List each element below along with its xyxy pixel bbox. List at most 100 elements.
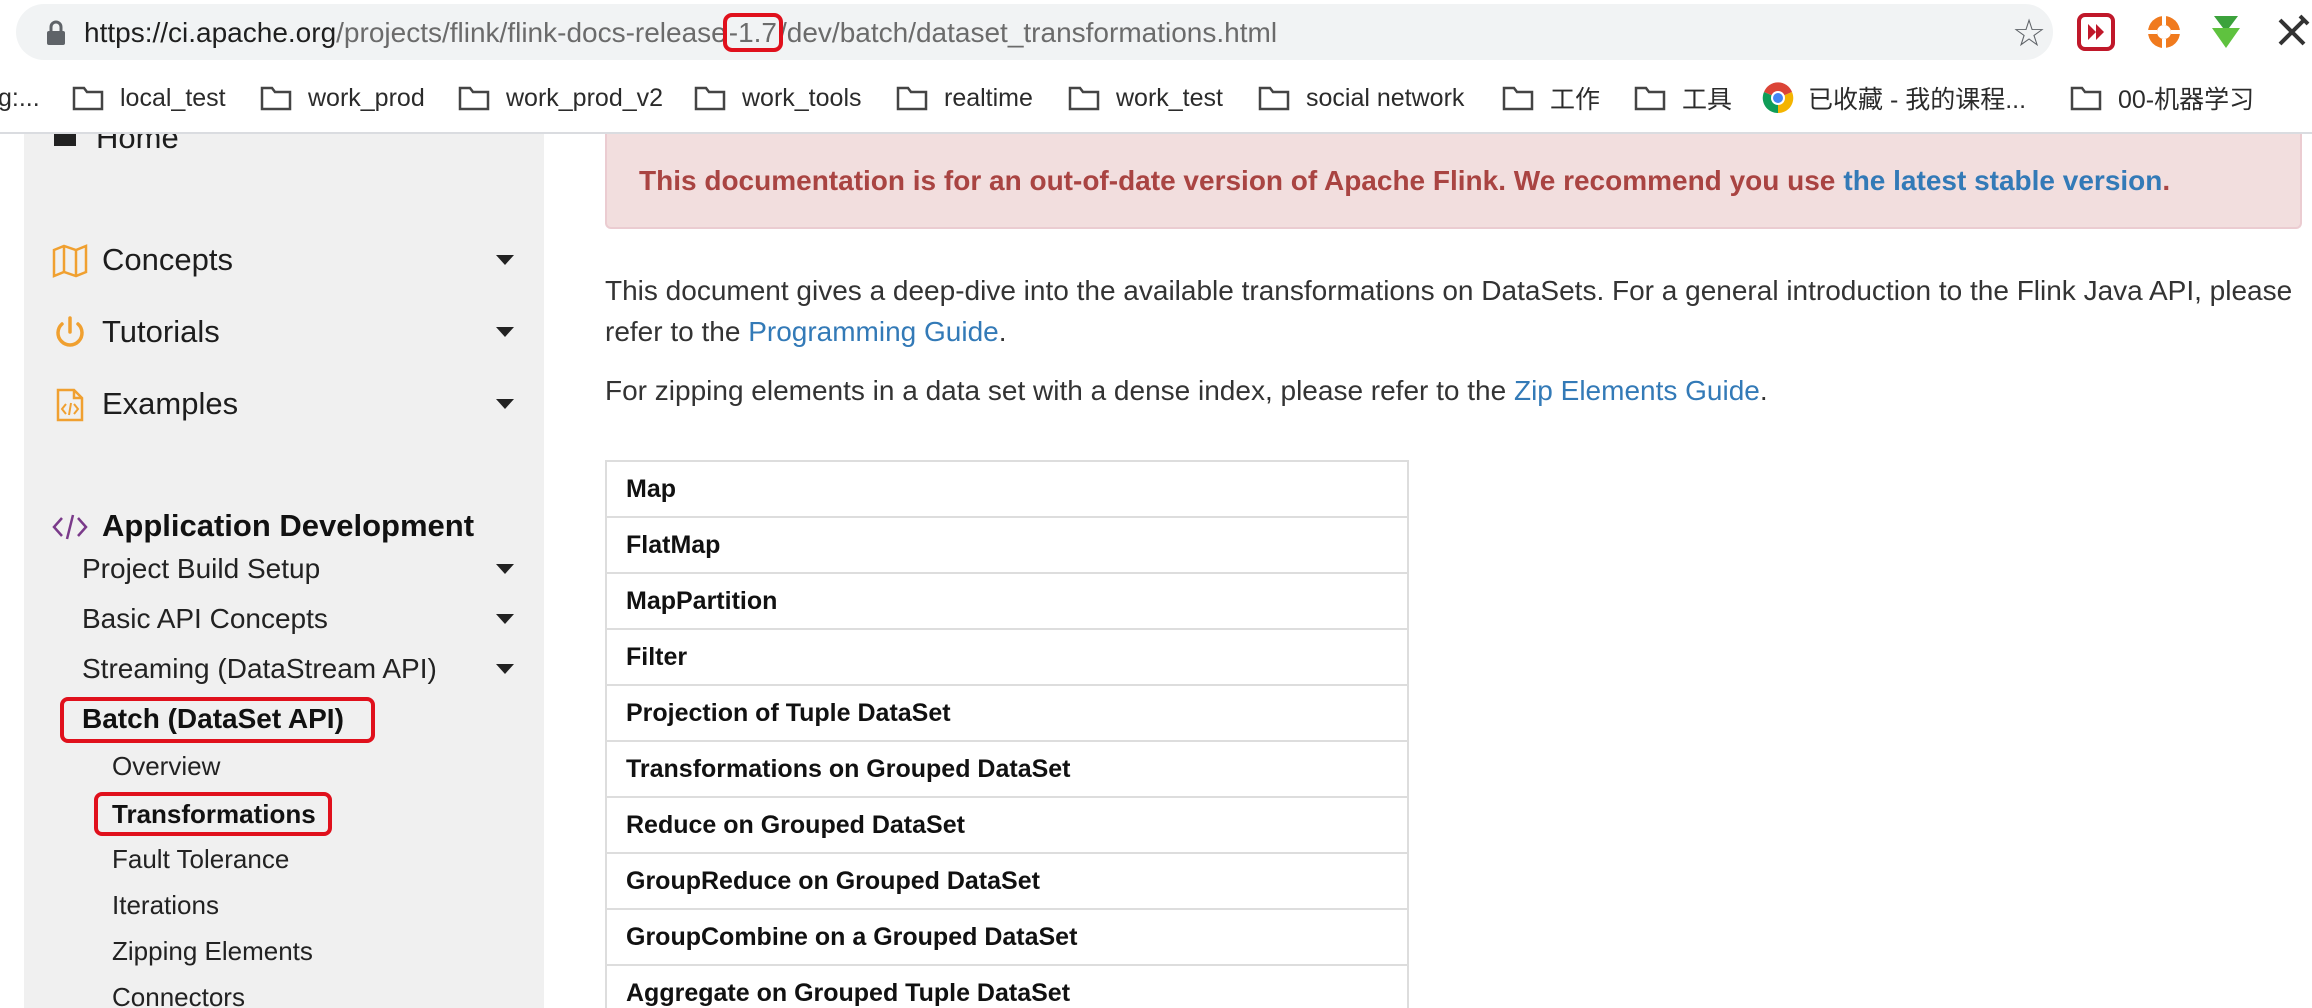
toc-row[interactable]: Filter <box>607 630 1407 686</box>
sidebar-item-label: Iterations <box>112 889 219 920</box>
programming-guide-link[interactable]: Programming Guide <box>748 316 999 347</box>
sidebar-item-label: Connectors <box>112 981 245 1008</box>
sidebar-item-basic-api-concepts[interactable]: Basic API Concepts <box>24 594 544 644</box>
bookmark-label: 工作 <box>1550 86 1601 114</box>
toc-row[interactable]: GroupReduce on Grouped DataSet <box>607 854 1407 910</box>
folder-icon <box>1068 86 1100 111</box>
toc-row-label: FlatMap <box>626 530 721 559</box>
sidebar-item-label: Fault Tolerance <box>112 843 290 874</box>
toc-row[interactable]: Projection of Tuple DataSet <box>607 686 1407 742</box>
sidebar-item-label: Zipping Elements <box>112 935 313 966</box>
toc-row[interactable]: GroupCombine on a Grouped DataSet <box>607 910 1407 966</box>
outdated-warning: This documentation is for an out-of-date… <box>605 134 2302 229</box>
video-extension-icon[interactable] <box>2076 12 2116 52</box>
sidebar-item-tutorials[interactable]: Tutorials <box>24 302 544 362</box>
power-icon <box>56 316 84 347</box>
toc-row-label: Projection of Tuple DataSet <box>626 698 951 727</box>
code-file-icon <box>56 388 84 422</box>
folder-icon <box>1634 86 1666 111</box>
toc-row-label: GroupReduce on Grouped DataSet <box>626 866 1040 895</box>
toc-row[interactable]: Transformations on Grouped DataSet <box>607 742 1407 798</box>
batch-highlight-box <box>60 697 375 743</box>
url-text[interactable]: https://ci.apache.org/projects/flink/fli… <box>84 13 1277 52</box>
chevron-down-icon[interactable] <box>496 255 514 265</box>
bookmark-label: work_prod <box>308 83 425 112</box>
toc-row[interactable]: Reduce on Grouped DataSet <box>607 798 1407 854</box>
toc-row-label: Map <box>626 474 676 503</box>
bookmark-folder[interactable]: 工作 <box>1502 70 1600 126</box>
sidebar-item-iterations[interactable]: Iterations <box>24 882 544 928</box>
folder-icon <box>1258 86 1290 111</box>
toc-row[interactable]: MapPartition <box>607 574 1407 630</box>
tool-extension-icon[interactable] <box>2272 12 2312 52</box>
zip-end: . <box>1759 375 1768 406</box>
bookmark-label: work_test <box>1116 83 1223 112</box>
url-host: https://ci.apache.org <box>84 17 337 48</box>
bookmark-label: local_test <box>120 83 226 112</box>
map-icon <box>52 244 88 278</box>
home-icon <box>54 134 76 146</box>
bookmark-folder[interactable]: work_test <box>1068 70 1223 126</box>
toc-row[interactable]: Map <box>607 462 1407 518</box>
lifebuoy-extension-icon[interactable] <box>2144 12 2184 52</box>
bookmark-label: realtime <box>944 83 1033 112</box>
bookmark-folder[interactable]: local_test <box>72 70 226 126</box>
toc-row[interactable]: FlatMap <box>607 518 1407 574</box>
bookmark-label: work_prod_v2 <box>506 83 664 112</box>
warning-text: This documentation is for an out-of-date… <box>639 164 1836 196</box>
bookmark-item[interactable]: 已收藏 - 我的课程... <box>1762 70 2026 126</box>
transformations-toc-table: Map FlatMap MapPartition Filter Projecti… <box>605 460 1409 1008</box>
sidebar-item-label: Concepts <box>102 242 233 277</box>
bookmark-folder[interactable]: work_tools <box>694 70 862 126</box>
intro-end: . <box>998 316 1007 347</box>
bookmark-folder[interactable]: work_prod_v2 <box>458 70 663 126</box>
sidebar-item-project-build-setup[interactable]: Project Build Setup <box>24 544 544 594</box>
sidebar-item-overview[interactable]: Overview <box>24 743 544 789</box>
folder-icon <box>458 86 490 111</box>
chevron-down-icon[interactable] <box>496 614 514 624</box>
bookmark-item[interactable]: g:... <box>0 70 40 126</box>
folder-icon <box>694 86 726 111</box>
sidebar-item-label: Project Build Setup <box>82 553 321 584</box>
bookmark-label: work_tools <box>742 83 862 112</box>
latest-version-link[interactable]: the latest stable version <box>1843 165 2162 197</box>
folder-icon <box>260 86 292 111</box>
toc-row-label: Reduce on Grouped DataSet <box>626 810 965 839</box>
star-icon[interactable]: ☆ <box>2012 14 2052 54</box>
zip-elements-guide-link[interactable]: Zip Elements Guide <box>1514 375 1760 406</box>
lock-icon <box>47 20 65 45</box>
chevron-down-icon[interactable] <box>496 564 514 574</box>
chevron-down-icon[interactable] <box>496 399 514 409</box>
sidebar-item-zipping-elements[interactable]: Zipping Elements <box>24 928 544 974</box>
bookmark-folder[interactable]: work_prod <box>260 70 425 126</box>
bookmark-folder[interactable]: 00-机器学习 <box>2070 70 2254 126</box>
folder-icon <box>72 86 104 111</box>
address-bar[interactable]: https://ci.apache.org/projects/flink/fli… <box>16 4 2053 60</box>
download-extension-icon[interactable] <box>2206 12 2246 52</box>
sidebar-item-examples[interactable]: Examples <box>24 374 544 434</box>
docs-sidebar: Home Concepts Tutorials Examples Applica… <box>24 134 544 1008</box>
bookmark-folder[interactable]: realtime <box>896 70 1033 126</box>
toc-row-label: Transformations on Grouped DataSet <box>626 754 1071 783</box>
bookmark-label: 工具 <box>1682 86 1733 114</box>
sidebar-item-streaming[interactable]: Streaming (DataStream API) <box>24 644 544 694</box>
transformations-highlight-box <box>94 792 332 836</box>
chevron-down-icon[interactable] <box>496 664 514 674</box>
folder-icon <box>896 86 928 111</box>
toc-row[interactable]: Aggregate on Grouped Tuple DataSet <box>607 966 1407 1008</box>
sidebar-item-label: Home <box>96 134 179 155</box>
browser-chrome: https://ci.apache.org/projects/flink/fli… <box>0 0 2312 134</box>
bookmark-folder[interactable]: social network <box>1258 70 1464 126</box>
sidebar-item-concepts[interactable]: Concepts <box>24 230 544 290</box>
url-path-before: /projects/flink/flink-docs-release <box>336 17 727 48</box>
code-icon <box>52 514 88 540</box>
sidebar-item-label: Basic API Concepts <box>82 603 328 634</box>
bookmark-folder[interactable]: 工具 <box>1634 70 1732 126</box>
folder-icon <box>1502 86 1534 111</box>
bookmark-label: g:... <box>0 83 40 112</box>
chevron-down-icon[interactable] <box>496 327 514 337</box>
sidebar-item-fault-tolerance[interactable]: Fault Tolerance <box>24 836 544 882</box>
sidebar-item-label: Streaming (DataStream API) <box>82 653 437 684</box>
bookmark-label: 已收藏 - 我的课程... <box>1808 86 2027 114</box>
sidebar-item-connectors[interactable]: Connectors <box>24 974 544 1008</box>
